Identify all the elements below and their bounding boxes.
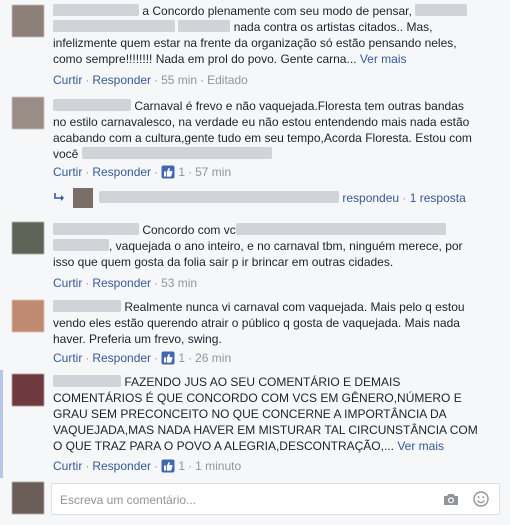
thumbs-up-icon	[161, 459, 175, 473]
comment-text: a Concordo plenamente com seu modo de pe…	[142, 4, 412, 18]
redacted-text	[81, 147, 272, 159]
edited-label[interactable]: Editado	[207, 73, 248, 87]
reply-link[interactable]: Responder	[92, 276, 151, 290]
smiley-icon[interactable]	[473, 491, 489, 507]
comment-text: Carnaval é frevo e não vaquejada.Florest…	[134, 99, 464, 113]
comment-actions: Curtir · Responder · 55 min · Editado	[53, 73, 248, 87]
reply-link[interactable]: Responder	[92, 73, 151, 87]
comment-text: Concordo com vc	[142, 223, 236, 237]
reply-summary[interactable]: respondeu · 1 resposta	[53, 188, 466, 208]
timestamp[interactable]: 26 min	[195, 351, 231, 365]
avatar[interactable]	[12, 374, 44, 406]
redacted-name	[53, 4, 139, 16]
camera-icon[interactable]	[443, 492, 459, 506]
like-link[interactable]: Curtir	[53, 73, 82, 87]
redacted-text	[53, 20, 175, 32]
comment-text: infelizmente quem estar na frente da org…	[53, 36, 457, 50]
reply-count[interactable]: 1 resposta	[410, 191, 466, 205]
comment-actions: Curtir · Responder · 1 · 1 minuto	[53, 459, 242, 473]
reply-link[interactable]: Responder	[92, 351, 151, 365]
see-more-link[interactable]: Ver mais	[397, 439, 444, 453]
reply-link[interactable]: Responder	[92, 459, 151, 473]
redacted-name	[99, 191, 339, 203]
comment-text: vendo eles estão querendo atrair o públi…	[53, 316, 460, 330]
like-link[interactable]: Curtir	[53, 351, 82, 365]
like-link[interactable]: Curtir	[53, 276, 82, 290]
comment-text: VAQUEJADA,MAS NADA HAVER EM MISTURAR TAL…	[53, 423, 478, 437]
redacted-text	[53, 239, 109, 251]
comment-text: O QUE TRAZ PARA O POVO A ALEGRIA,DESCONT…	[53, 439, 394, 453]
comment-text: acabando com a cultura,gente tudo em seu…	[53, 131, 472, 145]
redacted-name	[53, 223, 139, 235]
avatar[interactable]	[12, 97, 44, 129]
like-link[interactable]: Curtir	[53, 459, 82, 473]
redacted-text	[415, 4, 468, 16]
see-more-link[interactable]: Ver mais	[360, 52, 407, 66]
avatar	[12, 482, 44, 514]
thumbs-up-icon	[161, 165, 175, 179]
comment-text: FAZENDO JUS AO SEU COMENTÁRIO E DEMAIS	[124, 375, 401, 389]
highlight-rail	[0, 370, 3, 478]
comment-text: você	[53, 147, 79, 161]
redacted-text	[178, 20, 231, 32]
redacted-name	[53, 300, 121, 312]
timestamp[interactable]: 55 min	[161, 73, 197, 87]
comment-text: isso que quem gosta da folia sair p ir b…	[53, 255, 394, 269]
avatar	[73, 188, 93, 208]
avatar[interactable]	[12, 222, 44, 254]
comment-text: COMENTÁRIOS É QUE CONCORDO COM VCS EM GÊ…	[53, 391, 462, 405]
comment-text: no estilo carnavalesco, na verdade eu nã…	[53, 115, 470, 129]
timestamp[interactable]: 53 min	[161, 276, 197, 290]
redacted-text	[235, 223, 446, 235]
comment-actions: Curtir · Responder · 1 · 57 min	[53, 165, 232, 179]
thumbs-up-icon	[161, 351, 175, 365]
timestamp[interactable]: 57 min	[195, 165, 231, 179]
comment-actions: Curtir · Responder · 53 min	[53, 276, 198, 290]
redacted-name	[53, 375, 121, 387]
comment-actions: Curtir · Responder · 1 · 26 min	[53, 351, 232, 365]
like-link[interactable]: Curtir	[53, 165, 82, 179]
comment-text: como sempre!!!!!!!! Nada em prol do povo…	[53, 52, 357, 66]
reply-arrow-icon	[54, 193, 64, 201]
replied-label[interactable]: respondeu	[342, 191, 399, 205]
reply-link[interactable]: Responder	[92, 165, 151, 179]
comment-input[interactable]: Escreva um comentário...	[51, 483, 500, 515]
comment-text: haver. Preferia um frevo, swing.	[53, 332, 222, 346]
avatar[interactable]	[12, 5, 44, 37]
comment-input-placeholder: Escreva um comentário...	[60, 493, 197, 507]
comment-text: Realmente nunca vi carnaval com vaquejad…	[124, 300, 465, 314]
comment-text: GRAU SEM PRECONCEITO NO QUE CONCERNE A I…	[53, 407, 447, 421]
comment-thread: a Concordo plenamente com seu modo de pe…	[0, 0, 510, 525]
comment-text: nada contra os artistas citados.. Mas,	[233, 20, 433, 34]
comment-text: , vaquejada o ano inteiro, e no carnaval…	[109, 239, 463, 253]
redacted-name	[53, 99, 131, 111]
comment-composer: Escreva um comentário...	[0, 478, 510, 525]
avatar[interactable]	[12, 300, 44, 332]
timestamp[interactable]: 1 minuto	[195, 459, 241, 473]
